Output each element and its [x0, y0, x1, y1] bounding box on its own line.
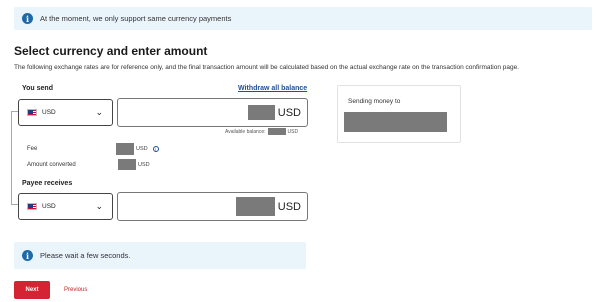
available-balance-label: Available balance:	[225, 128, 266, 135]
available-balance: Available balance: USD	[225, 128, 298, 135]
wait-banner-text: Please wait a few seconds.	[40, 251, 131, 260]
redacted-available-balance	[267, 128, 286, 135]
send-currency-value: USD	[42, 109, 56, 116]
previous-link[interactable]: Previous	[64, 287, 87, 293]
amount-converted-label: Amount converted	[27, 162, 76, 168]
next-button[interactable]: Next	[14, 281, 50, 299]
connector-bottom-tick	[11, 204, 18, 205]
send-amount-input[interactable]: USD	[117, 98, 308, 127]
us-flag-icon	[27, 203, 37, 210]
receive-amount-currency: USD	[277, 200, 301, 213]
send-currency-select[interactable]: USD ⌄	[18, 99, 113, 126]
withdraw-all-balance-link[interactable]: Withdraw all balance	[238, 85, 307, 92]
redacted-send-amount	[247, 105, 275, 120]
send-amount-currency: USD	[277, 106, 301, 119]
available-balance-currency: USD	[287, 128, 299, 135]
receive-amount-input[interactable]: USD	[117, 192, 308, 221]
receive-currency-select[interactable]: USD ⌄	[18, 193, 113, 220]
connector-top-tick	[11, 111, 18, 112]
recipient-card-label: Sending money to	[348, 98, 401, 105]
chevron-down-icon: ⌄	[95, 201, 103, 211]
page-subtitle: The following exchange rates are for ref…	[14, 64, 520, 71]
receive-currency-value: USD	[42, 203, 56, 210]
info-circle-icon[interactable]: i	[152, 146, 159, 152]
chevron-down-icon: ⌄	[95, 107, 103, 117]
page-title: Select currency and enter amount	[14, 44, 208, 58]
you-send-label: You send	[22, 85, 53, 92]
info-banner-text: At the moment, we only support same curr…	[40, 14, 232, 23]
amount-converted-value: USD	[118, 159, 150, 170]
redacted-amount-converted	[118, 159, 136, 170]
info-icon: i	[22, 250, 33, 261]
us-flag-icon	[27, 109, 37, 116]
recipient-card: Sending money to	[337, 85, 461, 143]
redacted-receive-amount	[235, 197, 275, 216]
fee-label: Fee	[27, 146, 38, 152]
redacted-recipient	[344, 112, 447, 132]
flow-connector	[11, 111, 12, 204]
info-banner: i At the moment, we only support same cu…	[14, 7, 592, 30]
fee-currency: USD	[136, 146, 148, 152]
payee-receives-label: Payee receives	[22, 180, 73, 187]
redacted-fee	[116, 143, 134, 155]
wait-banner: i Please wait a few seconds.	[14, 242, 306, 269]
amount-converted-currency: USD	[138, 161, 150, 168]
fee-value: USD i	[116, 143, 159, 155]
info-icon: i	[22, 13, 33, 24]
